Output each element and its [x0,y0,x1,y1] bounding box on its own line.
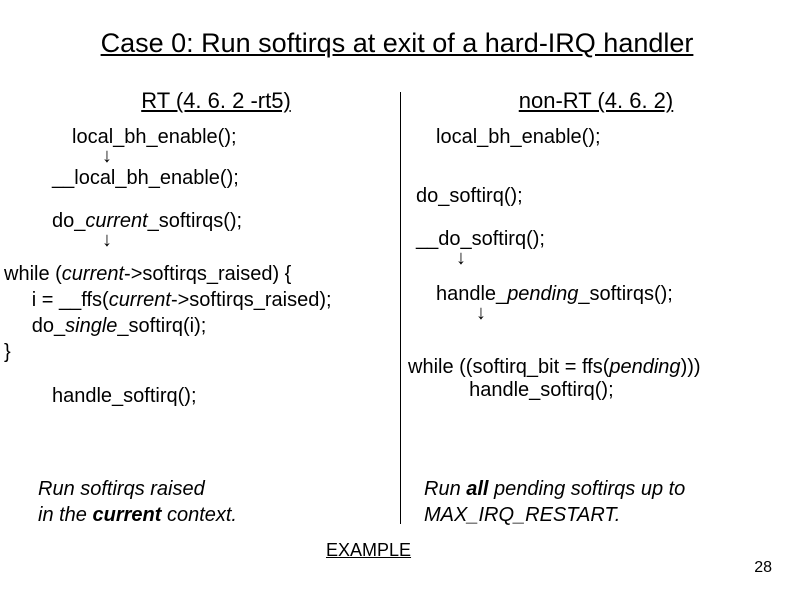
text: pending softirqs up to [489,478,686,500]
right-fn-4: handle_pending_softirqs(); [436,283,776,306]
right-heading: non-RT (4. 6. 2) [416,88,776,114]
left-heading: RT (4. 6. 2 -rt5) [32,88,400,114]
arrow-down-icon: ↓ [456,251,776,269]
right-fn-3: __do_softirq(); [416,228,776,251]
left-fn-4: handle_softirq(); [52,385,400,408]
right-column: non-RT (4. 6. 2) local_bh_enable(); do_s… [416,88,776,402]
slide-title: Case 0: Run softirqs at exit of a hard-I… [0,28,794,59]
arrow-down-icon: ↓ [102,149,400,167]
text: Run softirqs raised [38,478,205,500]
text: _softirqs(); [148,210,242,232]
right-while-block: while ((softirq_bit = ffs(pending))) han… [408,356,776,402]
text: context. [161,504,237,526]
example-link[interactable]: EXAMPLE [326,540,411,561]
page-number: 28 [754,559,772,577]
text: while ((softirq_bit = ffs( [408,356,609,378]
text: Run [424,478,466,500]
text: ->softirqs_raised) { [124,263,291,285]
text: while ( [4,263,62,285]
italic-pending: pending [507,283,578,305]
left-fn-1: local_bh_enable(); [72,126,400,149]
text: handle_ [436,283,507,305]
text: } [4,341,11,363]
text: in the [38,504,92,526]
column-divider [400,92,401,524]
text: do_ [4,315,65,337]
right-fn-2: do_softirq(); [416,185,776,208]
slide: Case 0: Run softirqs at exit of a hard-I… [0,0,794,595]
arrow-down-icon: ↓ [102,233,400,251]
italic-current: current [109,289,171,311]
arrow-down-icon: ↓ [476,306,776,324]
text: ->softirqs_raised); [171,289,332,311]
text: handle_softirq(); [408,379,614,401]
italic-single: single [65,315,117,337]
bold-all: all [466,478,488,500]
text: ))) [681,356,701,378]
right-summary: Run all pending softirqs up to MAX_IRQ_R… [424,476,685,528]
left-while-block: while (current->softirqs_raised) { i = _… [4,261,400,365]
text: _softirq(i); [117,315,206,337]
left-fn-2: __local_bh_enable(); [52,167,400,190]
text: MAX_IRQ_RESTART. [424,504,620,526]
text: _softirqs(); [578,283,672,305]
right-fn-1: local_bh_enable(); [436,126,776,149]
italic-pending: pending [609,356,680,378]
left-summary: Run softirqs raised in the current conte… [38,476,237,528]
text: do_ [52,210,85,232]
bold-current: current [92,504,161,526]
italic-current: current [85,210,147,232]
left-column: RT (4. 6. 2 -rt5) local_bh_enable(); ↓ _… [32,88,400,408]
text: i = __ffs( [4,289,109,311]
italic-current: current [62,263,124,285]
